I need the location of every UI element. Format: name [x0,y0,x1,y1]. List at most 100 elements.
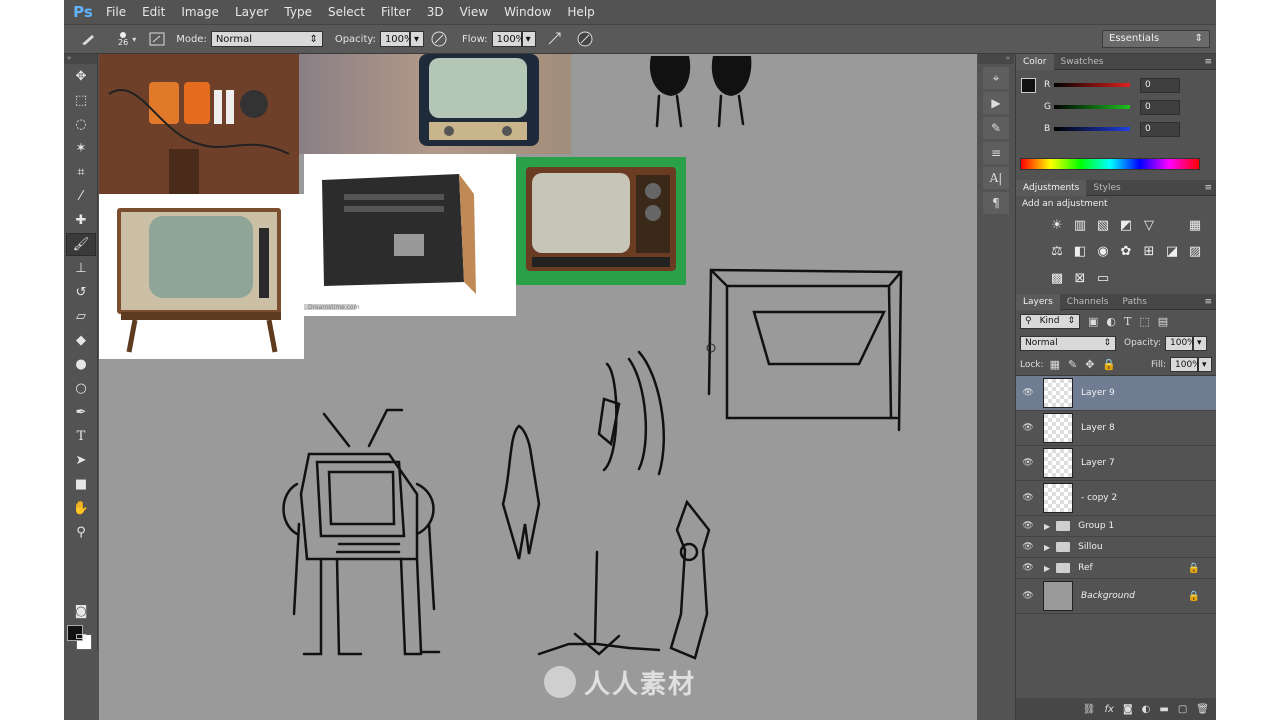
pen-tool-icon[interactable]: ✒ [66,401,96,424]
photo-filter-icon[interactable]: ◉ [1092,241,1114,263]
brush-presets-icon[interactable]: ≡ [983,142,1009,164]
visibility-eye-icon[interactable]: 👁 [1016,423,1040,433]
history-panel-icon[interactable]: ⌖ [983,67,1009,89]
visibility-eye-icon[interactable]: 👁 [1016,493,1040,503]
visibility-eye-icon[interactable]: 👁 [1016,563,1040,573]
color-lookup-icon[interactable]: ⊞ [1138,241,1160,263]
screen-mode-icon[interactable]: ▭ [66,625,96,648]
zoom-tool-icon[interactable]: ⚲ [66,521,96,544]
tab-paths[interactable]: Paths [1115,294,1153,310]
curves-icon[interactable]: ▧ [1092,214,1114,236]
marquee-tool-icon[interactable]: ⬚ [66,89,96,112]
opacity-dropdown-icon[interactable]: ▾ [409,31,424,47]
lock-position-icon[interactable]: ✥ [1085,358,1094,371]
tab-color[interactable]: Color [1016,53,1054,70]
character-panel-icon[interactable]: A| [983,167,1009,189]
filter-smart-icon[interactable]: ▤ [1158,315,1168,328]
filter-adjust-icon[interactable]: ◐ [1106,315,1116,328]
lock-transparent-icon[interactable]: ▦ [1050,358,1060,371]
color-spectrum-bar[interactable] [1020,158,1200,170]
flow-input[interactable]: 100% [491,31,525,47]
path-selection-tool-icon[interactable]: ➤ [66,449,96,472]
tab-layers[interactable]: Layers [1016,293,1060,310]
menu-file[interactable]: File [98,0,134,24]
blur-tool-icon[interactable]: ● [66,353,96,376]
eraser-tool-icon[interactable]: ▱ [66,305,96,328]
airbrush-icon[interactable] [544,28,566,50]
menu-select[interactable]: Select [320,0,373,24]
rectangle-tool-icon[interactable]: ■ [66,473,96,496]
new-adjustment-icon[interactable]: ◐ [1142,704,1151,715]
red-slider[interactable] [1054,83,1130,87]
layer-filter-kind[interactable]: ⚲ Kind ⇕ [1020,313,1080,329]
posterize-icon[interactable]: ▨ [1184,241,1206,263]
pressure-size-icon[interactable] [574,28,596,50]
levels-icon[interactable]: ▥ [1069,214,1091,236]
menu-layer[interactable]: Layer [227,0,276,24]
layer-row-layer-8[interactable]: 👁 Layer 8 [1016,411,1216,446]
mini-collapse-icon[interactable]: « [978,54,1014,64]
expand-arrow-icon[interactable]: ▶ [1044,522,1050,531]
layer-style-icon[interactable]: fx [1105,704,1114,715]
fill-dropdown-icon[interactable]: ▾ [1198,357,1212,372]
brush-panel-icon-mini[interactable]: ✎ [983,117,1009,139]
crop-tool-icon[interactable]: ⌗ [66,161,96,184]
black-white-icon[interactable]: ◧ [1069,241,1091,263]
healing-brush-tool-icon[interactable]: ✚ [66,209,96,232]
fill-input[interactable]: 100% [1170,357,1201,372]
new-group-icon[interactable]: ▬ [1159,704,1168,715]
new-layer-icon[interactable]: ▢ [1178,704,1187,715]
add-mask-icon[interactable]: ◙ [1123,704,1133,715]
pressure-opacity-icon[interactable] [428,28,450,50]
mode-select[interactable]: Normal ⇕ [210,31,323,47]
visibility-eye-icon[interactable]: 👁 [1016,521,1040,531]
menu-help[interactable]: Help [559,0,602,24]
menu-view[interactable]: View [452,0,496,24]
selective-color-icon[interactable]: ⊠ [1069,267,1091,289]
tab-channels[interactable]: Channels [1060,294,1116,310]
quick-select-tool-icon[interactable]: ✶ [66,137,96,160]
menu-edit[interactable]: Edit [134,0,173,24]
history-brush-tool-icon[interactable]: ↺ [66,281,96,304]
tab-adjustments[interactable]: Adjustments [1016,179,1087,196]
visibility-eye-icon[interactable]: 👁 [1016,458,1040,468]
layer-opacity-dropdown-icon[interactable]: ▾ [1193,335,1207,351]
blend-mode-select[interactable]: Normal ⇕ [1020,335,1116,351]
quick-mask-icon[interactable]: ◙ [66,600,96,623]
invert-icon[interactable]: ◪ [1161,241,1183,263]
layers-menu-icon[interactable]: ≡ [1204,297,1212,307]
lock-all-icon[interactable]: 🔒 [1102,358,1116,371]
channel-mixer-icon[interactable]: ✿ [1115,241,1137,263]
exposure-icon[interactable]: ◩ [1115,214,1137,236]
delete-layer-icon[interactable]: 🗑 [1196,704,1209,715]
document-canvas[interactable]: Dreamstime.com 人人素材 [99,54,977,720]
paint-bucket-tool-icon[interactable]: ◆ [66,329,96,352]
layer-opacity-input[interactable]: 100% [1165,335,1196,351]
brush-panel-icon[interactable] [146,28,168,50]
actions-panel-icon[interactable]: ▶ [983,92,1009,114]
brush-size-picker[interactable]: 26 [118,31,128,47]
blue-slider[interactable] [1054,127,1130,131]
visibility-eye-icon[interactable]: 👁 [1016,542,1040,552]
filter-type-icon[interactable]: T [1124,315,1131,328]
blue-value[interactable]: 0 [1140,121,1180,137]
paragraph-panel-icon[interactable]: ¶ [983,192,1009,214]
layer-row-layer-9[interactable]: 👁 Layer 9 [1016,376,1216,411]
lasso-tool-icon[interactable]: ◌ [66,113,96,136]
layer-row-copy-2[interactable]: 👁 - copy 2 [1016,481,1216,516]
layer-row-ref[interactable]: 👁 ▶ Ref 🔒 [1016,558,1216,579]
type-tool-icon[interactable]: T [66,425,96,448]
filter-shape-icon[interactable]: ⬚ [1139,315,1149,328]
visibility-eye-icon[interactable]: 👁 [1016,388,1040,398]
red-value[interactable]: 0 [1140,77,1180,93]
flow-dropdown-icon[interactable]: ▾ [521,31,536,47]
brightness-contrast-icon[interactable]: ☀ [1046,214,1068,236]
tools-collapse-icon[interactable]: » [64,54,97,64]
layer-row-layer-7[interactable]: 👁 Layer 7 [1016,446,1216,481]
color-panel-menu-icon[interactable]: ≡ [1204,57,1212,67]
tab-swatches[interactable]: Swatches [1054,54,1111,70]
filter-pixel-icon[interactable]: ▣ [1088,315,1098,328]
workspace-switcher[interactable]: Essentials ⇕ [1102,30,1210,48]
brush-preset-icon[interactable] [78,28,100,50]
lock-paint-icon[interactable]: ✎ [1068,358,1077,371]
